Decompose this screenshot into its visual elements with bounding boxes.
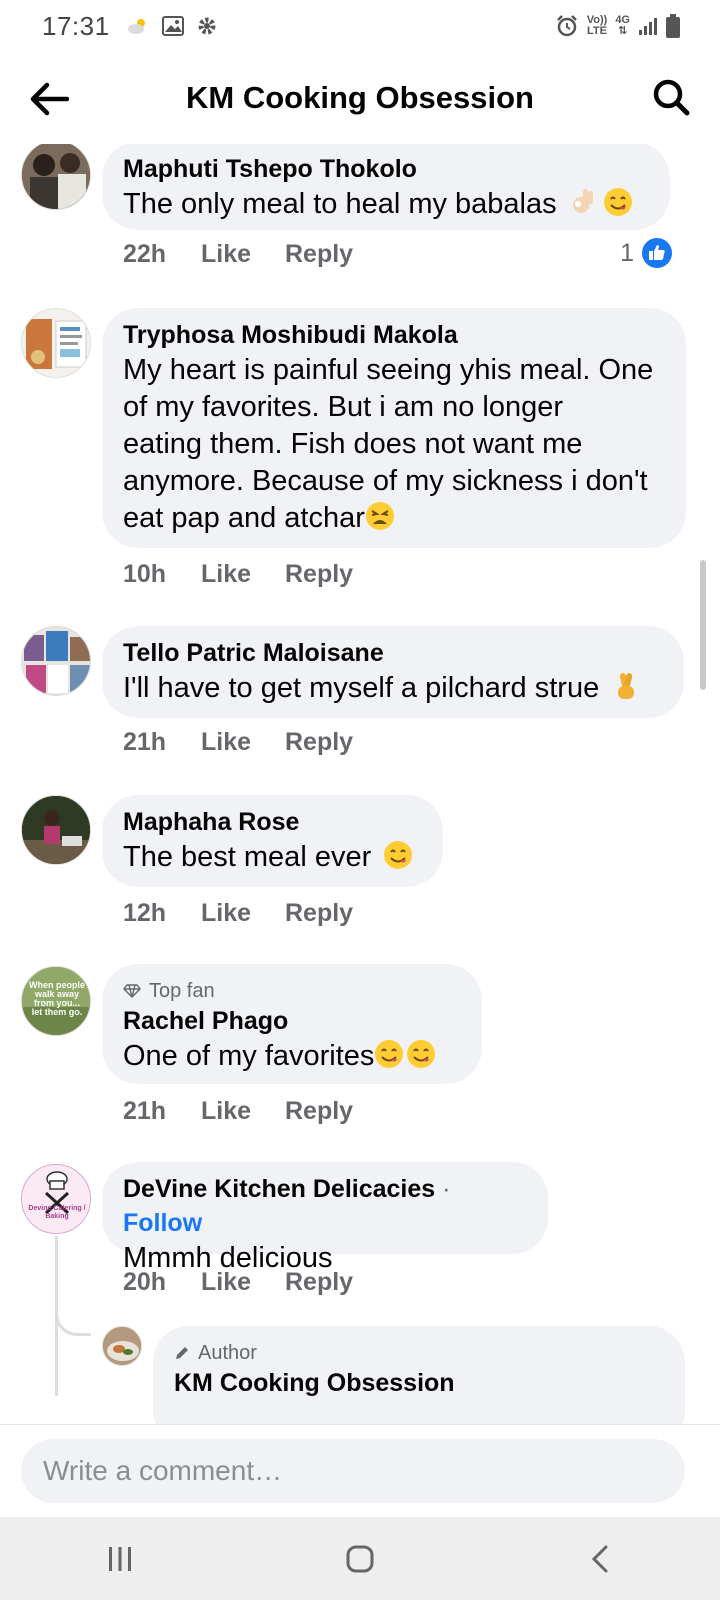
reply-button[interactable]: Reply [285,728,353,757]
thumbs-up-icon [642,238,672,268]
reply-bubble[interactable]: Author KM Cooking Obsession [153,1326,685,1424]
avatar-caption: When people walk away from you... let th… [29,980,85,1017]
ok-hand-emoji [572,189,593,213]
diamond-icon [123,984,141,998]
alarm-icon [555,14,579,38]
weary-face-emoji [365,502,394,530]
system-nav-bar [0,1517,720,1600]
comment-time: 12h [123,899,167,927]
network-4g-icon: 4G ⇅ [615,14,630,37]
top-fan-badge: Top fan [123,978,462,1004]
comment-author[interactable]: Rachel Phago [123,1004,462,1038]
comment-input[interactable] [21,1439,685,1503]
comment-bubble[interactable]: Tello Patric Maloisane I'll have to get … [102,626,684,718]
gallery-icon [161,16,184,36]
comment-time: 21h [123,1097,167,1125]
battery-icon [666,14,680,38]
crossed-fingers-emoji [618,673,635,699]
comment-bubble[interactable]: Tryphosa Moshibudi Makola My heart is pa… [102,308,686,548]
comment-time: 10h [123,560,167,588]
avatar[interactable]: When people walk away from you... let th… [21,966,91,1036]
comment-actions: 22h Like Reply [123,240,353,269]
comment-actions: 20h Like Reply [123,1268,353,1297]
like-button[interactable]: Like [201,728,285,757]
comment-author[interactable]: Maphuti Tshepo Thokolo [123,152,650,186]
comment-text: The only meal to heal my babalas [123,188,557,220]
signal-icon [638,16,658,36]
scrollbar[interactable] [700,560,706,690]
reply-button[interactable]: Reply [285,899,353,928]
system-back-button[interactable] [560,1529,640,1589]
reply-button[interactable]: Reply [285,560,353,589]
thread-connector [55,1314,91,1336]
yum-face-emoji [375,1040,404,1068]
comment-actions: 21h Like Reply [123,728,353,757]
search-icon [653,79,690,116]
recent-apps-icon [109,1546,131,1571]
yum-face-emoji [407,1040,436,1068]
yum-face-emoji [384,841,413,869]
follow-button[interactable]: Follow [123,1209,202,1237]
weather-icon [126,16,150,36]
comment-actions: 21h Like Reply [123,1097,353,1126]
comment-text: One of my favorites [123,1040,375,1072]
comments-list[interactable]: Maphuti Tshepo Thokolo The only meal to … [0,144,720,1424]
comment-actions: 12h Like Reply [123,899,353,928]
reply-button[interactable]: Reply [285,1268,353,1297]
comment-text: The best meal ever [123,841,372,873]
reply-button[interactable]: Reply [285,1097,353,1126]
search-button[interactable] [650,76,692,118]
avatar[interactable]: Devine Catering / Baking [21,1164,91,1234]
settings-gear-icon [196,15,218,37]
comment-composer [0,1424,720,1517]
comment-time: 22h [123,240,167,268]
reaction-count-number: 1 [620,238,634,267]
avatar[interactable] [21,144,91,210]
comment-bubble[interactable]: Top fan Rachel Phago One of my favorites [102,964,482,1084]
comment-time: 20h [123,1268,167,1296]
comment-author[interactable]: DeVine Kitchen Delicacies [123,1175,435,1203]
comment-text: I'll have to get myself a pilchard strue [123,672,600,704]
like-button[interactable]: Like [201,560,285,589]
reply-author[interactable]: KM Cooking Obsession [174,1366,665,1400]
home-button[interactable] [320,1529,400,1589]
author-badge: Author [174,1340,665,1366]
volte-icon: Vo)) LTE [586,14,608,37]
chevron-left-icon [591,1545,608,1572]
avatar[interactable] [21,626,91,696]
avatar[interactable] [21,795,91,865]
comment-author[interactable]: Tryphosa Moshibudi Makola [123,318,666,352]
page-title: KM Cooking Obsession [186,80,534,115]
status-time: 17:31 [42,10,110,41]
comment-bubble[interactable]: Maphuti Tshepo Thokolo The only meal to … [102,144,670,230]
home-icon [346,1545,374,1572]
comment-author[interactable]: Tello Patric Maloisane [123,636,664,670]
like-button[interactable]: Like [201,1268,285,1297]
comment-bubble[interactable]: DeVine Kitchen Delicacies · Follow Mmmh … [102,1162,548,1274]
badge-label: Author [198,1342,257,1364]
badge-label: Top fan [149,980,215,1002]
reply-button[interactable]: Reply [285,240,353,269]
like-button[interactable]: Like [201,1097,285,1126]
comment-bubble[interactable]: Maphaha Rose The best meal ever [102,795,443,887]
avatar[interactable] [102,1326,142,1366]
pencil-icon [176,1347,188,1359]
back-button[interactable] [28,78,70,120]
yum-face-emoji [603,188,632,216]
app-header: KM Cooking Obsession [0,52,720,144]
avatar[interactable] [21,308,91,378]
comment-actions: 10h Like Reply [123,560,353,589]
reaction-count[interactable]: 1 [620,238,672,268]
arrow-left-icon [30,82,69,116]
comment-time: 21h [123,728,167,756]
comment-author[interactable]: Maphaha Rose [123,805,423,839]
status-bar: 17:31 Vo)) LTE 4G ⇅ [0,0,720,52]
recent-apps-button[interactable] [80,1529,160,1589]
like-button[interactable]: Like [201,899,285,928]
like-button[interactable]: Like [201,240,285,269]
avatar-caption: Devine Catering / Baking [28,1205,86,1220]
